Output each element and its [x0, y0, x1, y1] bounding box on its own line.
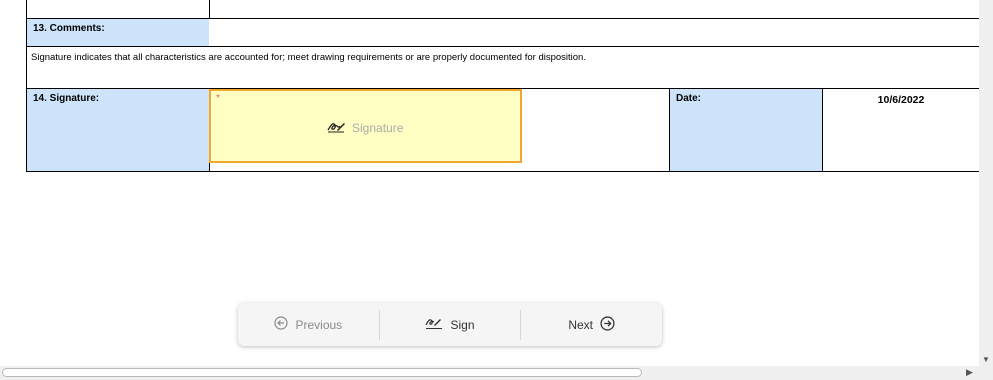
signature-notice: Signature indicates that all characteris…: [31, 52, 586, 63]
scrollbar-corner: [979, 366, 993, 380]
comments-field[interactable]: [210, 19, 979, 46]
previous-label: Previous: [295, 317, 343, 332]
required-marker: *: [216, 93, 220, 104]
signing-navigation-bar: Previous Sign Next: [238, 303, 662, 346]
signature-field[interactable]: * Signature: [209, 89, 522, 163]
comments-label: 13. Comments:: [27, 19, 209, 46]
date-label: Date:: [670, 89, 822, 171]
scroll-down-icon[interactable]: ▼: [982, 355, 990, 364]
signature-label: 14. Signature:: [27, 89, 209, 171]
arrow-right-circle-icon: [600, 315, 615, 334]
next-label: Next: [568, 317, 594, 332]
date-value[interactable]: 10/6/2022: [823, 89, 979, 171]
signature-placeholder: Signature: [326, 119, 403, 136]
signature-pen-icon: [425, 316, 443, 333]
horizontal-scrollbar[interactable]: ▶: [0, 366, 979, 380]
vertical-scrollbar[interactable]: ▼: [979, 0, 993, 366]
previous-button[interactable]: Previous: [238, 303, 379, 346]
arrow-left-circle-icon: [274, 316, 289, 333]
signature-placeholder-text: Signature: [352, 120, 404, 135]
next-button[interactable]: Next: [521, 303, 662, 346]
scroll-right-icon[interactable]: ▶: [966, 367, 973, 378]
signature-pen-icon: [326, 119, 346, 136]
sign-label: Sign: [450, 317, 475, 332]
sign-button[interactable]: Sign: [380, 303, 521, 346]
horizontal-scroll-thumb[interactable]: [2, 368, 642, 377]
